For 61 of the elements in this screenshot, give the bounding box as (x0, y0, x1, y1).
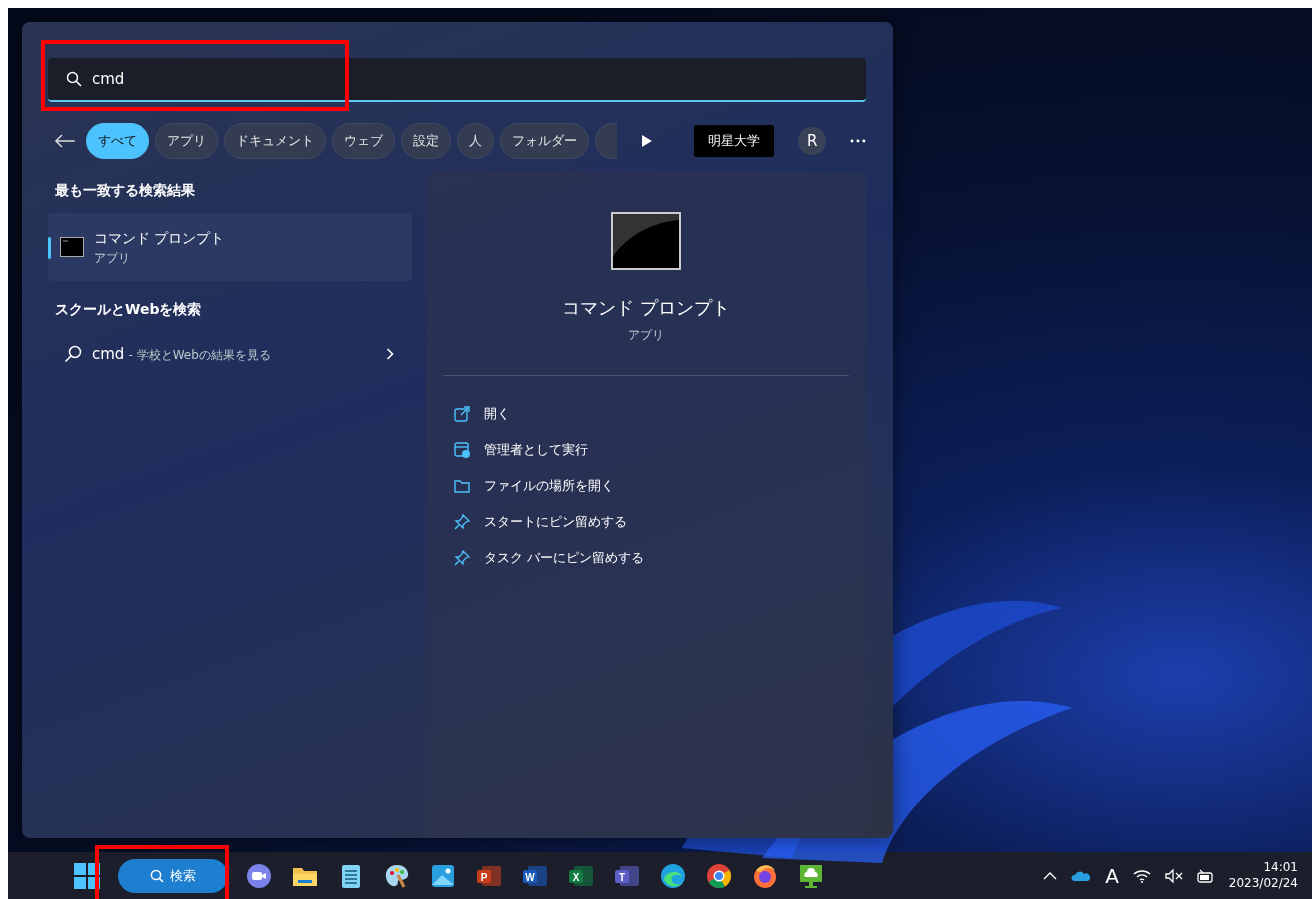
account-avatar[interactable]: R (798, 127, 827, 155)
browser-circle-icon[interactable] (706, 862, 732, 889)
remote-desktop-icon[interactable] (798, 862, 824, 889)
filter-tab[interactable]: 人 (456, 123, 494, 159)
browser-wave-icon[interactable] (660, 862, 686, 889)
shield-window-icon (454, 441, 470, 458)
action-item[interactable]: タスク バーにピン留めする (426, 539, 866, 576)
action-label: 管理者として実行 (484, 440, 588, 459)
search-icon (66, 71, 82, 87)
video-chat-icon[interactable] (246, 862, 272, 889)
filter-tab[interactable]: 設定 (400, 123, 451, 159)
windows-logo-icon[interactable] (74, 862, 100, 889)
speaker-muted-icon[interactable] (1164, 868, 1183, 883)
photo-icon[interactable] (430, 862, 456, 889)
chevron-up-icon[interactable] (1043, 871, 1058, 880)
wifi-icon[interactable] (1132, 868, 1151, 883)
section-heading: 最も一致する検索結果 (55, 181, 196, 200)
search-icon (150, 868, 164, 883)
taskbar-search-button[interactable]: 検索 (118, 858, 228, 893)
search-input[interactable]: cmd (92, 67, 392, 91)
filter-tab[interactable]: ドキュメント (223, 123, 326, 159)
search-icon (64, 345, 82, 363)
back-arrow-icon[interactable] (54, 133, 76, 149)
app-type: アプリ (628, 328, 664, 342)
action-item[interactable]: 開く (426, 395, 866, 432)
action-label: 開く (484, 404, 510, 423)
more-icon[interactable] (850, 139, 866, 143)
app-title: コマンド プロンプト (562, 297, 730, 318)
filter-tab[interactable]: すべて (85, 123, 149, 159)
search-field[interactable]: cmd (48, 58, 866, 102)
result-title: コマンド プロンプト (94, 228, 225, 248)
action-item[interactable]: スタートにピン留めする (426, 503, 866, 540)
pin-icon (454, 549, 470, 566)
chevron-right-icon (386, 348, 394, 360)
action-item[interactable]: ファイルの場所を開く (426, 467, 866, 504)
folder-icon (454, 477, 470, 494)
web-search-text: cmd - 学校とWebの結果を見る (92, 343, 271, 365)
battery-icon[interactable] (1196, 868, 1215, 883)
clock-date[interactable]: 2023/02/24 (1228, 875, 1298, 892)
search-result[interactable]: コマンド プロンプト アプリ (48, 213, 412, 281)
action-label: タスク バーにピン留めする (484, 548, 645, 567)
organization-badge[interactable]: 明星大学 (694, 125, 775, 157)
palette-icon[interactable] (384, 862, 410, 889)
terminal-icon (60, 237, 84, 257)
browser-fox-icon[interactable] (752, 862, 778, 889)
filter-tab[interactable]: ウェブ (331, 123, 395, 159)
action-label: ファイルの場所を開く (484, 476, 614, 495)
play-icon[interactable] (640, 134, 653, 148)
clock-time[interactable]: 14:01 (1228, 859, 1298, 876)
web-search-result[interactable]: cmd - 学校とWebの結果を見る (48, 332, 412, 376)
action-item[interactable]: 管理者として実行 (426, 431, 866, 468)
filter-tab[interactable]: フォルダー (499, 123, 589, 159)
pin-icon (454, 513, 470, 530)
input-mode-indicator[interactable]: A (1105, 860, 1119, 891)
action-label: スタートにピン留めする (484, 512, 627, 531)
cloud-icon[interactable] (1071, 869, 1092, 882)
result-type: アプリ (94, 249, 131, 267)
external-link-icon (454, 405, 470, 422)
filter-tab[interactable]: アプリ (154, 123, 218, 159)
terminal-icon (611, 212, 681, 270)
section-heading: スクールとWebを検索 (55, 300, 203, 319)
